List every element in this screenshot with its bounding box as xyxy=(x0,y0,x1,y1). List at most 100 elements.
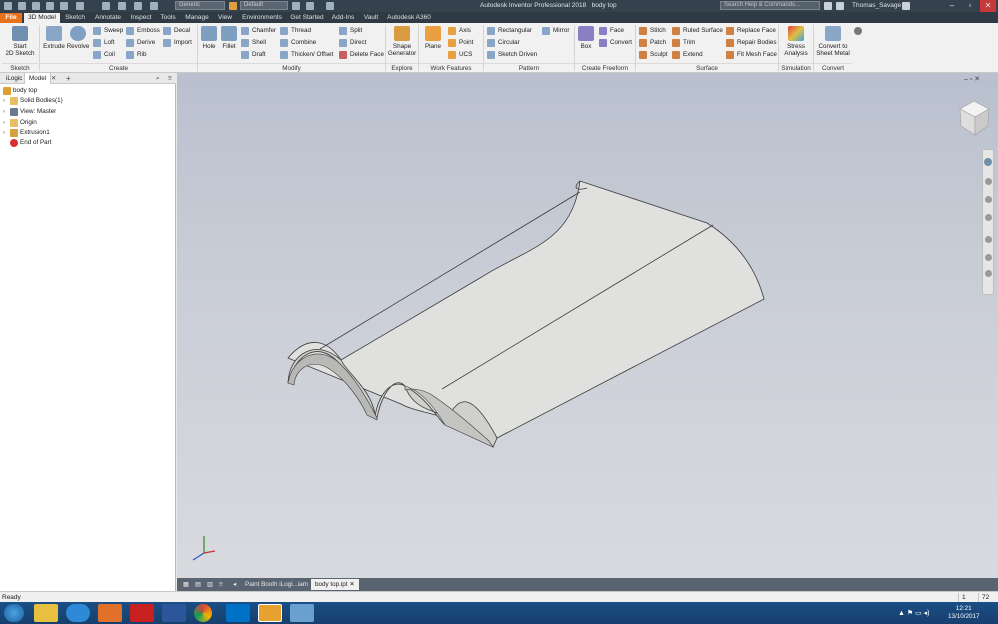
extrude-button[interactable]: Extrude xyxy=(42,26,66,50)
chrome-icon[interactable] xyxy=(194,604,212,622)
fillet-button[interactable]: Fillet xyxy=(219,26,239,50)
tree-root[interactable]: body top xyxy=(3,86,37,96)
sketch-driven-button[interactable]: Sketch Driven xyxy=(487,50,537,60)
trim-button[interactable]: Trim xyxy=(672,38,695,48)
tab-tools[interactable]: Tools xyxy=(157,13,179,23)
search-input[interactable]: Search Help & Commands... xyxy=(720,1,820,10)
zoom-all-icon[interactable] xyxy=(985,254,992,261)
ie-icon[interactable] xyxy=(66,604,90,622)
binoculars-icon[interactable] xyxy=(824,2,832,10)
emboss-button[interactable]: Emboss xyxy=(126,26,160,36)
start-button-icon[interactable] xyxy=(4,604,24,622)
tree-item-extrusion[interactable]: › Extrusion1 xyxy=(3,128,50,138)
stitch-button[interactable]: Stitch xyxy=(639,26,666,36)
patch-button[interactable]: Patch xyxy=(639,38,666,48)
close-icon[interactable]: ✕ xyxy=(349,581,354,588)
view-cube-icon[interactable] xyxy=(959,100,990,136)
outlook-icon[interactable] xyxy=(226,604,250,622)
add-tab-icon[interactable]: + xyxy=(62,73,75,84)
maximize-button[interactable]: ▫ xyxy=(962,0,978,12)
convert-button[interactable]: Convert xyxy=(599,38,632,48)
adjust-icon[interactable] xyxy=(306,2,314,10)
face-button[interactable]: Face xyxy=(599,26,624,36)
tab-environments[interactable]: Environments xyxy=(238,13,286,23)
thicken-offset-button[interactable]: Thicken/ Offset xyxy=(280,50,333,60)
close-tab-icon[interactable]: ✕ xyxy=(47,73,60,84)
redo-icon[interactable] xyxy=(76,2,84,10)
sweep-button[interactable]: Sweep xyxy=(93,26,123,36)
paint-icon[interactable] xyxy=(290,604,314,622)
orbit-icon[interactable] xyxy=(985,214,992,221)
close-button[interactable]: ✕ xyxy=(980,0,996,12)
minimize-button[interactable]: – xyxy=(944,0,960,12)
menu-icon[interactable]: ≡ xyxy=(164,73,176,84)
draft-button[interactable]: Draft xyxy=(241,50,266,60)
expand-icon[interactable]: › xyxy=(3,128,5,138)
tab-get-started[interactable]: Get Started xyxy=(288,13,326,23)
open-icon[interactable] xyxy=(32,2,40,10)
help-icon[interactable] xyxy=(902,2,910,10)
word-icon[interactable] xyxy=(162,604,186,622)
doc-tab-paint-booth[interactable]: Paint Booth iLogi...iam xyxy=(241,579,312,590)
point-button[interactable]: Point xyxy=(448,38,473,48)
derive-button[interactable]: Derive xyxy=(126,38,155,48)
repair-bodies-button[interactable]: Repair Bodies xyxy=(726,38,777,48)
tree-item-solid-bodies[interactable]: › Solid Bodies(1) xyxy=(3,96,63,106)
user-icon[interactable] xyxy=(836,2,844,10)
extend-button[interactable]: Extend xyxy=(672,50,703,60)
box-button[interactable]: Box xyxy=(577,26,595,50)
pan-icon[interactable] xyxy=(985,178,992,185)
undo-icon[interactable] xyxy=(60,2,68,10)
direct-button[interactable]: Direct xyxy=(339,38,366,48)
tab-add-ins[interactable]: Add-Ins xyxy=(328,13,358,23)
viewport-controls[interactable]: – ▫ ✕ xyxy=(964,75,980,83)
start-sketch-button[interactable]: Start 2D Sketch xyxy=(4,26,36,57)
tab-manage[interactable]: Manage xyxy=(182,13,212,23)
save-icon[interactable] xyxy=(46,2,54,10)
clear-appearance-icon[interactable] xyxy=(292,2,300,10)
fx-icon[interactable] xyxy=(326,2,334,10)
tab-inspect[interactable]: Inspect xyxy=(127,13,155,23)
tab-file[interactable]: File xyxy=(0,13,22,23)
rectangular-pattern-button[interactable]: Rectangular xyxy=(487,26,532,36)
stress-analysis-button[interactable]: Stress Analysis xyxy=(781,26,811,57)
fit-mesh-face-button[interactable]: Fit Mesh Face xyxy=(726,50,777,60)
ucs-button[interactable]: UCS xyxy=(448,50,472,60)
material-combo[interactable]: Generic xyxy=(175,1,225,10)
split-button[interactable]: Split xyxy=(339,26,362,36)
shell-button[interactable]: Shell xyxy=(241,38,266,48)
tab-view[interactable]: View xyxy=(215,13,235,23)
tray-icons[interactable]: ▲ ⚑ ▭ ◂) xyxy=(898,609,930,617)
ruled-surface-button[interactable]: Ruled Surface xyxy=(672,26,723,36)
rib-button[interactable]: Rib xyxy=(126,50,146,60)
shape-generator-button[interactable]: Shape Generator xyxy=(387,26,417,57)
steering-wheel-icon[interactable] xyxy=(984,158,992,166)
sculpt-button[interactable]: Sculpt xyxy=(639,50,668,60)
hole-button[interactable]: Hole xyxy=(199,26,219,50)
expand-icon[interactable]: › xyxy=(3,118,5,128)
circular-pattern-button[interactable]: Circular xyxy=(487,38,520,48)
tab-vault[interactable]: Vault xyxy=(360,13,382,23)
clock[interactable]: 12:21 13/10/2017 xyxy=(948,605,980,621)
free-orbit-icon[interactable] xyxy=(985,270,992,277)
tab-ilogic[interactable]: iLogic xyxy=(2,73,26,84)
loft-button[interactable]: Loft xyxy=(93,38,115,48)
tab-autodesk-a360[interactable]: Autodesk A360 xyxy=(385,13,433,23)
tab-sketch[interactable]: Sketch xyxy=(62,13,88,23)
menu-icon[interactable]: ≡ xyxy=(215,579,227,590)
doc-tab-body-top[interactable]: body top.ipt ✕ xyxy=(311,579,359,590)
revolve-button[interactable]: Revolve xyxy=(66,26,90,50)
expand-icon[interactable]: › xyxy=(3,107,5,117)
plane-button[interactable]: Plane xyxy=(421,26,445,50)
properties-icon[interactable] xyxy=(150,2,158,10)
media-player-icon[interactable] xyxy=(98,604,122,622)
previous-tab-icon[interactable]: ◂ xyxy=(229,579,240,590)
ribbon-options-button[interactable] xyxy=(854,26,864,36)
mirror-button[interactable]: Mirror xyxy=(542,26,569,36)
combine-button[interactable]: Combine xyxy=(280,38,316,48)
new-icon[interactable] xyxy=(18,2,26,10)
thread-button[interactable]: Thread xyxy=(280,26,311,36)
user-name[interactable]: Thomas_Savage xyxy=(852,2,901,9)
delete-face-button[interactable]: Delete Face xyxy=(339,50,384,60)
search-icon[interactable]: ⌕ xyxy=(152,73,164,84)
